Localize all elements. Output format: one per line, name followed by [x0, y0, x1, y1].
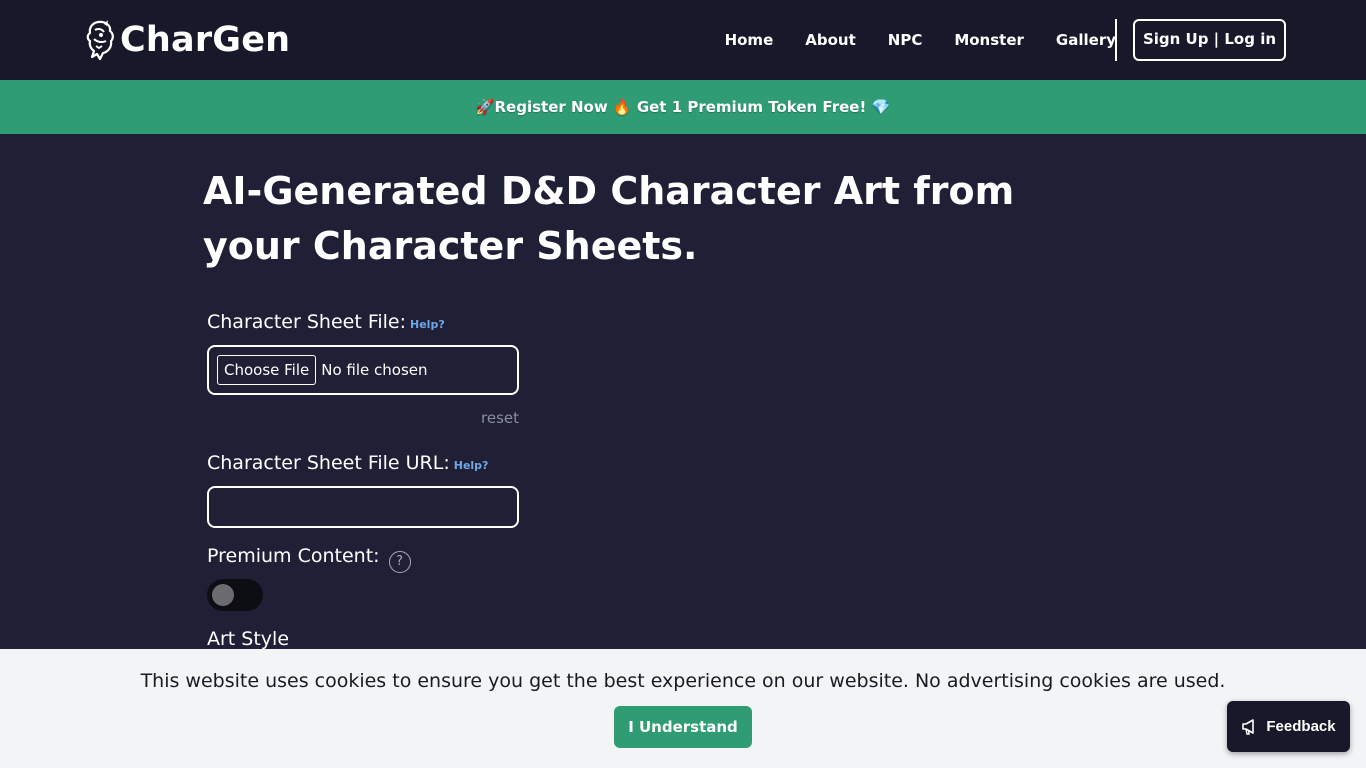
promo-banner[interactable]: 🚀Register Now 🔥 Get 1 Premium Token Free…: [0, 80, 1366, 134]
signup-login-button[interactable]: Sign Up | Log in: [1133, 19, 1286, 61]
reset-link[interactable]: reset: [430, 409, 519, 427]
premium-label-text: Premium Content:: [207, 545, 380, 567]
toggle-knob: [212, 584, 234, 606]
sheet-file-input[interactable]: Choose File No file chosen: [207, 345, 519, 395]
dragon-head-icon: [86, 20, 114, 61]
nav-about[interactable]: About: [805, 31, 856, 49]
sheet-url-label-text: Character Sheet File URL:: [207, 452, 450, 474]
art-style-label: Art Style: [207, 628, 289, 650]
page-title: AI-Generated D&D Character Art from your…: [203, 169, 1015, 268]
brand-logo[interactable]: CharGen: [84, 18, 290, 62]
main-nav: Home About NPC Monster Gallery: [693, 0, 1116, 80]
premium-toggle[interactable]: [207, 579, 263, 611]
nav-monster[interactable]: Monster: [954, 31, 1024, 49]
sheet-file-label: Character Sheet File: Help?: [207, 311, 445, 333]
nav-gallery[interactable]: Gallery: [1056, 31, 1116, 49]
question-circle-icon[interactable]: ?: [388, 550, 411, 573]
megaphone-icon: [1242, 719, 1255, 735]
promo-text: 🚀Register Now 🔥 Get 1 Premium Token Free…: [475, 98, 891, 116]
sheet-url-input[interactable]: [207, 486, 519, 528]
navbar: CharGen Home About NPC Monster Gallery S…: [0, 0, 1366, 80]
brand-name: CharGen: [120, 20, 291, 60]
nav-home[interactable]: Home: [725, 31, 774, 49]
choose-file-button[interactable]: Choose File: [217, 355, 317, 385]
cookie-banner: This website uses cookies to ensure you …: [0, 649, 1366, 768]
cookie-text: This website uses cookies to ensure you …: [140, 670, 1226, 692]
art-style-label-text: Art Style: [207, 628, 290, 650]
premium-label: Premium Content: ?: [207, 545, 411, 573]
sheet-url-label: Character Sheet File URL: Help?: [207, 452, 488, 474]
sheet-file-label-text: Character Sheet File:: [207, 311, 407, 333]
sheet-file-help-link[interactable]: Help?: [410, 318, 445, 331]
nav-npc[interactable]: NPC: [888, 31, 923, 49]
file-status: No file chosen: [321, 361, 428, 379]
sheet-url-help-link[interactable]: Help?: [454, 459, 489, 472]
nav-divider: [1115, 19, 1117, 61]
feedback-label: Feedback: [1266, 718, 1336, 735]
cookie-accept-button[interactable]: I Understand: [614, 706, 752, 748]
feedback-button[interactable]: Feedback: [1227, 701, 1350, 752]
